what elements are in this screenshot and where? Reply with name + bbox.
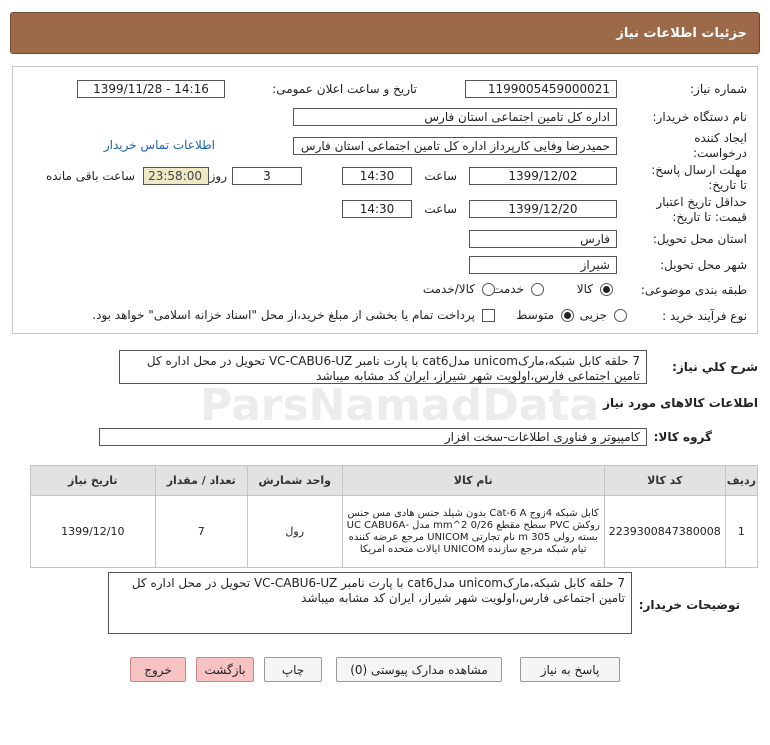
watermark: ParsNamadData bbox=[200, 380, 600, 431]
back-button[interactable]: بازگشت bbox=[196, 657, 254, 682]
table-header-row-number: ردیف bbox=[724, 465, 759, 496]
process-radio-medium[interactable] bbox=[561, 309, 574, 322]
validity-date-field: 1399/12/20 bbox=[469, 200, 617, 218]
attachments-button[interactable]: مشاهده مدارک پیوستی (0) bbox=[336, 657, 502, 682]
validity-time-label: ساعت bbox=[424, 202, 457, 216]
cell-qty: 7 bbox=[154, 495, 248, 568]
category-label: طبقه بندی موضوعی: bbox=[640, 283, 747, 297]
cell-unit: رول bbox=[246, 495, 343, 568]
reply-button[interactable]: پاسخ به نیاز bbox=[520, 657, 620, 682]
process-option-minor: جزیی bbox=[579, 308, 607, 322]
validity-label-2: قیمت: تا تاریخ: bbox=[672, 210, 747, 224]
treasury-payment-checkbox[interactable] bbox=[482, 309, 495, 322]
validity-label-1: حداقل تاریخ اعتبار bbox=[656, 195, 747, 209]
goods-group-field: کامپیوتر و فناوری اطلاعات-سخت افزار bbox=[99, 428, 647, 446]
goods-section-title: اطلاعات کالاهای مورد نیاز bbox=[603, 396, 758, 410]
page-title-bar: جزئیات اطلاعات نیاز bbox=[10, 12, 760, 54]
summary-label: شرح کلي نياز: bbox=[672, 360, 758, 374]
table-header-unit: واحد شمارش bbox=[246, 465, 343, 496]
announce-field: 1399/11/28 - 14:16 bbox=[77, 80, 225, 98]
cell-date: 1399/12/10 bbox=[30, 495, 156, 568]
process-radio-minor[interactable] bbox=[614, 309, 627, 322]
buyer-notes-label: توضیحات خریدار: bbox=[638, 598, 740, 612]
remaining-label: ساعت باقی مانده bbox=[45, 169, 135, 183]
print-button[interactable]: چاپ bbox=[264, 657, 322, 682]
table-header-row: ردیف کد کالا نام کالا واحد شمارش تعداد /… bbox=[30, 465, 759, 496]
process-option-medium: متوسط bbox=[516, 308, 554, 322]
buyer-notes-text: 7 حلقه کابل شبکه،مارکunicom مدلcat6 با پ… bbox=[108, 572, 632, 634]
category-option-both: کالا/خدمت bbox=[422, 282, 475, 296]
table-header-name: نام کالا bbox=[341, 465, 605, 496]
table-header-code: کد کالا bbox=[603, 465, 726, 496]
announce-label: تاریخ و ساعت اعلان عمومی: bbox=[272, 82, 417, 96]
need-number-field: 1199005459000021 bbox=[465, 80, 617, 98]
table-row: 1 2239300847380008 کابل شبکه 4زوج Cat-6 … bbox=[30, 495, 759, 568]
need-number-label: شماره نیاز: bbox=[690, 82, 747, 96]
category-option-service: خدمت bbox=[492, 282, 524, 296]
province-label: استان محل تحویل: bbox=[652, 232, 747, 246]
page-title: جزئیات اطلاعات نیاز bbox=[616, 25, 747, 41]
deadline-time-label: ساعت bbox=[424, 169, 457, 183]
remaining-time-field: 23:58:00 bbox=[143, 167, 209, 185]
deadline-label-1: مهلت ارسال پاسخ: bbox=[651, 163, 747, 177]
province-field: فارس bbox=[469, 230, 617, 248]
creator-field: حمیدرضا وفایی کارپرداز اداره کل تامین اج… bbox=[293, 137, 617, 155]
category-radio-both[interactable] bbox=[482, 283, 495, 296]
deadline-date-field: 1399/12/02 bbox=[469, 167, 617, 185]
items-table: ردیف کد کالا نام کالا واحد شمارش تعداد /… bbox=[30, 465, 759, 568]
city-field: شیراز bbox=[469, 256, 617, 274]
creator-label-2: درخواست: bbox=[693, 146, 747, 160]
deadline-time-field: 14:30 bbox=[342, 167, 412, 185]
cell-name: کابل شبکه 4زوج Cat-6 A بدون شیلد جنس هاد… bbox=[341, 495, 605, 568]
category-radio-goods[interactable] bbox=[600, 283, 613, 296]
buyer-org-label: نام دستگاه خریدار: bbox=[652, 110, 748, 124]
deadline-label-2: تا تاریخ: bbox=[708, 178, 747, 192]
table-header-qty: تعداد / مقدار bbox=[154, 465, 248, 496]
cell-row-number: 1 bbox=[724, 495, 759, 568]
buyer-org-field: اداره کل تامین اجتماعی استان فارس bbox=[293, 108, 617, 126]
city-label: شهر محل تحویل: bbox=[660, 258, 747, 272]
process-label: نوع فرآیند خرید : bbox=[662, 309, 747, 323]
cell-code: 2239300847380008 bbox=[603, 495, 726, 568]
treasury-payment-note: پرداخت تمام یا بخشی از مبلغ خرید،از محل … bbox=[92, 308, 475, 322]
summary-text: 7 حلقه کابل شبکه،مارکunicom مدلcat6 با پ… bbox=[119, 350, 647, 384]
category-radio-service[interactable] bbox=[531, 283, 544, 296]
creator-label-1: ایجاد کننده bbox=[694, 131, 747, 145]
table-header-date: تاریخ نیاز bbox=[30, 465, 156, 496]
days-field: 3 bbox=[232, 167, 302, 185]
validity-time-field: 14:30 bbox=[342, 200, 412, 218]
contact-buyer-link[interactable]: اطلاعات تماس خریدار bbox=[104, 138, 215, 152]
goods-group-label: گروه کالا: bbox=[653, 430, 712, 444]
info-panel: شماره نیاز: 1199005459000021 تاریخ و ساع… bbox=[12, 66, 758, 334]
exit-button[interactable]: خروج bbox=[130, 657, 186, 682]
category-option-goods: کالا bbox=[576, 282, 593, 296]
